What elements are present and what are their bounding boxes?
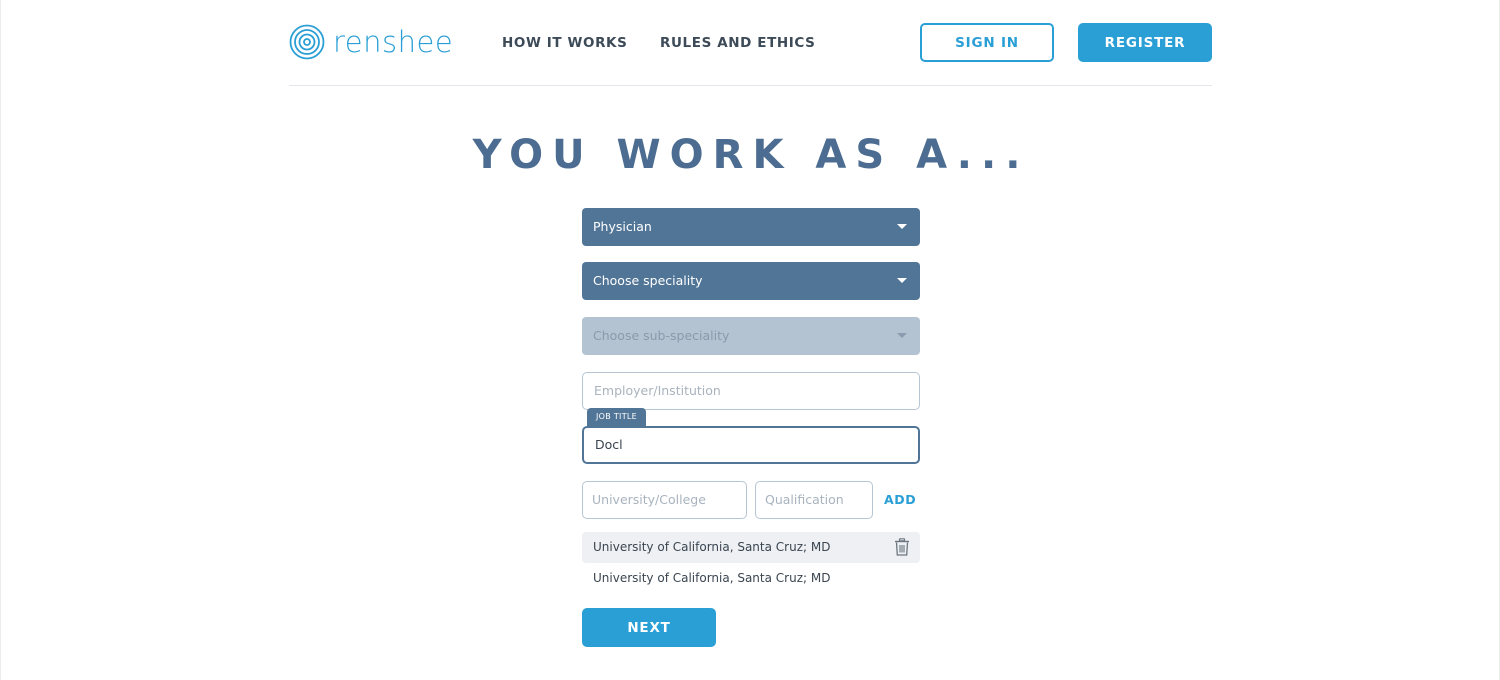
concentric-circles-icon <box>289 24 325 60</box>
sub-speciality-select-value: Choose sub-speciality <box>593 328 730 343</box>
next-button[interactable]: NEXT <box>582 608 716 647</box>
trash-icon[interactable] <box>894 538 910 556</box>
job-title-label: JOB TITLE <box>587 408 646 426</box>
renshee-logo[interactable]: renshee <box>289 23 453 61</box>
caret-down-icon <box>897 333 907 338</box>
nav-rules-and-ethics[interactable]: RULES AND ETHICS <box>660 33 816 53</box>
qualification-input[interactable]: Qualification <box>755 481 873 519</box>
header-divider <box>289 85 1212 86</box>
caret-down-icon <box>897 224 907 229</box>
speciality-select-value: Choose speciality <box>593 273 703 288</box>
university-input-placeholder: University/College <box>592 492 706 507</box>
job-title-input-value: Docl <box>595 437 623 452</box>
employer-input[interactable]: Employer/Institution <box>582 372 920 410</box>
education-item-text: University of California, Santa Cruz; MD <box>593 571 831 585</box>
caret-down-icon <box>897 278 907 283</box>
university-input[interactable]: University/College <box>582 481 747 519</box>
add-education-button[interactable]: ADD <box>884 492 916 508</box>
sign-in-button[interactable]: SIGN IN <box>920 23 1054 62</box>
register-button[interactable]: REGISTER <box>1078 23 1212 62</box>
sub-speciality-select: Choose sub-speciality <box>582 317 920 355</box>
job-title-input[interactable]: Docl <box>582 426 920 464</box>
nav-how-it-works[interactable]: HOW IT WORKS <box>502 33 627 53</box>
profession-select-value: Physician <box>593 219 652 234</box>
logo-wordmark: renshee <box>333 25 454 59</box>
profession-select[interactable]: Physician <box>582 208 920 246</box>
qualification-input-placeholder: Qualification <box>765 492 844 507</box>
registration-page: renshee HOW IT WORKS RULES AND ETHICS SI… <box>0 0 1500 680</box>
education-list-item[interactable]: University of California, Santa Cruz; MD <box>582 563 920 594</box>
speciality-select[interactable]: Choose speciality <box>582 262 920 300</box>
page-title: YOU WORK AS A... <box>472 132 1030 178</box>
employer-input-placeholder: Employer/Institution <box>594 383 721 398</box>
education-list-item[interactable]: University of California, Santa Cruz; MD <box>582 532 920 563</box>
education-item-text: University of California, Santa Cruz; MD <box>593 540 831 554</box>
